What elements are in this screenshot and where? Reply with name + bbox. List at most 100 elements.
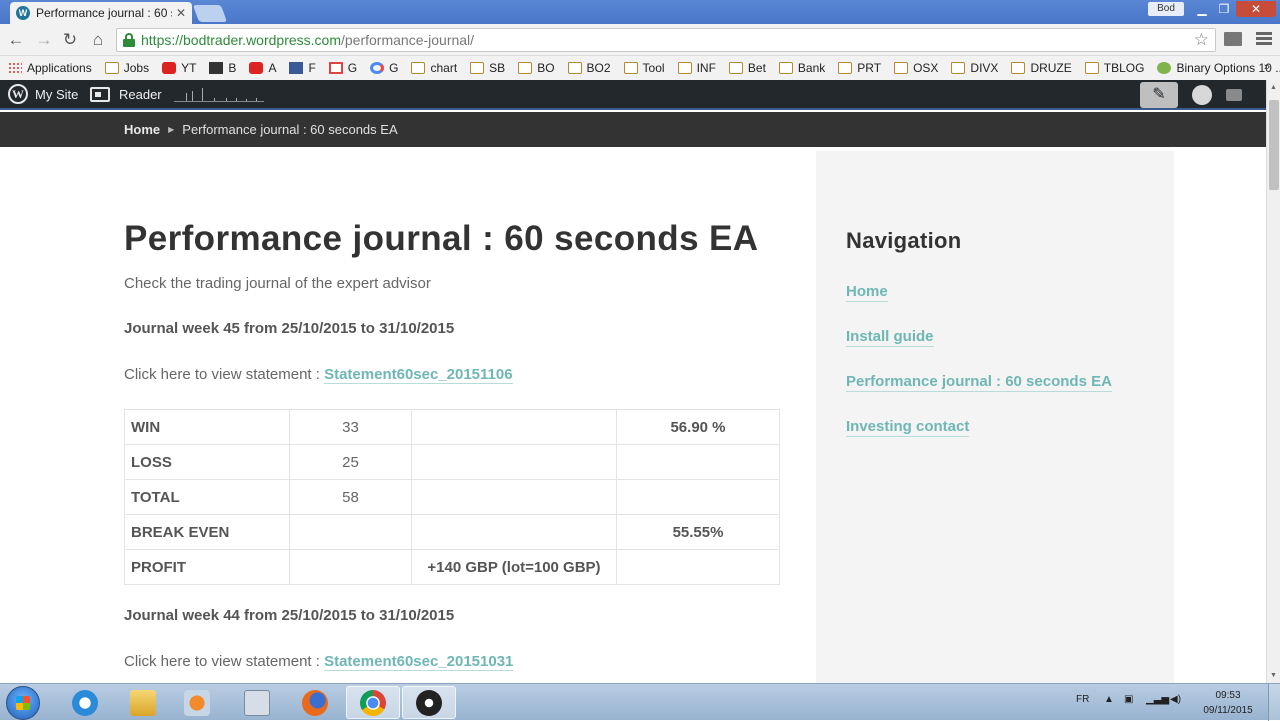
minimize-icon[interactable]: ▁ bbox=[1192, 1, 1212, 17]
bookmark-4[interactable]: A bbox=[249, 61, 276, 75]
red-icon bbox=[162, 62, 177, 74]
folder-icon bbox=[677, 62, 692, 74]
bookmark-label: BO2 bbox=[586, 61, 611, 75]
language-indicator[interactable]: FR bbox=[1076, 694, 1089, 705]
bookmark-10[interactable]: BO bbox=[518, 61, 555, 75]
stats-sparkline[interactable] bbox=[174, 88, 264, 102]
table-cell bbox=[289, 549, 412, 585]
ie-icon[interactable] bbox=[58, 686, 112, 719]
table-row: BREAK EVEN 55.55% bbox=[124, 514, 780, 550]
bookmark-17[interactable]: OSX bbox=[894, 61, 938, 75]
profile-badge[interactable]: Bod bbox=[1148, 2, 1184, 16]
reload-icon[interactable]: ↻ bbox=[60, 30, 80, 50]
volume-icon[interactable]: ◀) bbox=[1170, 694, 1181, 705]
bookmark-13[interactable]: INF bbox=[677, 61, 716, 75]
reader-link[interactable]: Reader bbox=[119, 87, 162, 102]
gmail-icon bbox=[328, 62, 343, 74]
bookmark-label: Tool bbox=[642, 61, 665, 75]
bookmark-9[interactable]: SB bbox=[470, 61, 505, 75]
bookmark-21[interactable]: Binary Options 10 ... bbox=[1157, 61, 1280, 75]
close-window-icon[interactable]: ✕ bbox=[1236, 1, 1276, 17]
obs-icon[interactable] bbox=[402, 686, 456, 719]
avatar[interactable] bbox=[1192, 85, 1212, 105]
write-post-button[interactable]: ✎ bbox=[1140, 82, 1178, 108]
page-scrollbar[interactable]: ▲ ▼ bbox=[1266, 80, 1280, 683]
bookmark-6[interactable]: G bbox=[328, 61, 358, 75]
lock-icon bbox=[123, 33, 135, 47]
chrome-icon[interactable] bbox=[346, 686, 400, 719]
browser-tab[interactable]: W Performance journal : 60 s ✕ bbox=[10, 2, 192, 24]
bookmark-label: PRT bbox=[857, 61, 882, 75]
table-row: TOTAL 58 bbox=[124, 479, 780, 515]
sidebar-link-home[interactable]: Home bbox=[846, 283, 888, 302]
bookmark-2[interactable]: YT bbox=[162, 61, 196, 75]
bookmark-3[interactable]: B bbox=[209, 61, 236, 75]
browser-menu-icon[interactable] bbox=[1256, 30, 1272, 48]
wordpress-logo-icon[interactable]: W bbox=[8, 84, 28, 104]
bookmark-label: G bbox=[347, 61, 358, 75]
breadcrumb-home-link[interactable]: Home bbox=[124, 122, 160, 137]
sidebar-link-investing-contact[interactable]: Investing contact bbox=[846, 418, 970, 437]
reader-icon[interactable] bbox=[90, 87, 110, 102]
bookmark-star-icon[interactable]: ☆ bbox=[1194, 30, 1209, 50]
close-tab-icon[interactable]: ✕ bbox=[176, 6, 186, 20]
bookmark-7[interactable]: G bbox=[370, 61, 398, 75]
back-arrow-icon[interactable]: ← bbox=[6, 30, 26, 50]
notifications-icon[interactable] bbox=[1226, 89, 1242, 101]
bookmark-1[interactable]: Jobs bbox=[104, 61, 149, 75]
bookmark-5[interactable]: F bbox=[289, 61, 316, 75]
folder-icon bbox=[518, 62, 533, 74]
table-cell: LOSS bbox=[124, 444, 290, 480]
new-tab-button[interactable] bbox=[192, 5, 228, 22]
network-icon[interactable]: ▁▃▅ bbox=[1146, 694, 1169, 705]
bookmark-18[interactable]: DIVX bbox=[951, 61, 998, 75]
forward-arrow-icon[interactable]: → bbox=[34, 30, 54, 50]
table-cell bbox=[616, 549, 780, 585]
address-bar[interactable]: https://bodtrader.wordpress.com/performa… bbox=[116, 28, 1216, 52]
sidebar-heading: Navigation bbox=[846, 228, 962, 253]
scrollbar-thumb[interactable] bbox=[1269, 100, 1279, 190]
statement-link-20151106[interactable]: Statement60sec_20151106 bbox=[324, 366, 513, 384]
bookmark-label: SB bbox=[489, 61, 506, 75]
bookmark-label: G bbox=[389, 61, 399, 75]
bookmark-19[interactable]: DRUZE bbox=[1011, 61, 1072, 75]
home-icon[interactable]: ⌂ bbox=[88, 30, 108, 50]
tray-device-icon[interactable]: ▣ bbox=[1124, 694, 1133, 705]
bookmark-14[interactable]: Bet bbox=[728, 61, 766, 75]
statement-link-20151031[interactable]: Statement60sec_20151031 bbox=[324, 653, 514, 671]
bookmarks-overflow-icon[interactable]: » bbox=[1264, 61, 1270, 73]
my-site-link[interactable]: My Site bbox=[35, 87, 78, 102]
bookmark-label: F bbox=[308, 61, 316, 75]
journal-week-44-heading: Journal week 44 from 25/10/2015 to 31/10… bbox=[124, 607, 455, 624]
scroll-down-icon[interactable]: ▼ bbox=[1270, 672, 1277, 679]
table-cell: WIN bbox=[124, 409, 290, 445]
bookmark-15[interactable]: Bank bbox=[778, 61, 825, 75]
explorer-icon[interactable] bbox=[116, 686, 170, 719]
bookmark-12[interactable]: Tool bbox=[623, 61, 665, 75]
mail-extension-icon[interactable] bbox=[1224, 32, 1242, 46]
show-desktop-button[interactable] bbox=[1268, 684, 1280, 721]
scroll-up-icon[interactable]: ▲ bbox=[1270, 84, 1277, 91]
bookmark-16[interactable]: PRT bbox=[838, 61, 881, 75]
start-button[interactable] bbox=[6, 686, 40, 720]
bookmark-0[interactable]: Applications bbox=[8, 61, 92, 75]
table-cell: 25 bbox=[289, 444, 412, 480]
url-path: /performance-journal/ bbox=[341, 32, 475, 48]
sidebar-link-install-guide[interactable]: Install guide bbox=[846, 328, 934, 347]
tab-strip: W Performance journal : 60 s ✕ Bod ▁ ❐ ✕ bbox=[0, 0, 1280, 24]
bookmark-label: A bbox=[268, 61, 277, 75]
bookmark-20[interactable]: TBLOG bbox=[1084, 61, 1144, 75]
bookmark-8[interactable]: chart bbox=[411, 61, 457, 75]
bookmark-11[interactable]: BO2 bbox=[567, 61, 611, 75]
grid-icon bbox=[8, 62, 22, 74]
system-clock[interactable]: 09:53 09/11/2015 bbox=[1196, 688, 1260, 718]
statement-line-week-45: Click here to view statement : Statement… bbox=[124, 366, 513, 384]
folder-icon bbox=[1011, 62, 1026, 74]
sidebar-link-performance-journal[interactable]: Performance journal : 60 seconds EA bbox=[846, 373, 1112, 392]
media-player-icon[interactable] bbox=[170, 686, 224, 719]
tray-expand-icon[interactable]: ▲ bbox=[1104, 694, 1114, 705]
maximize-icon[interactable]: ❐ bbox=[1214, 1, 1234, 17]
statement-prefix: Click here to view statement : bbox=[124, 653, 325, 670]
firefox-icon[interactable] bbox=[288, 686, 342, 719]
calculator-icon[interactable] bbox=[230, 686, 284, 719]
